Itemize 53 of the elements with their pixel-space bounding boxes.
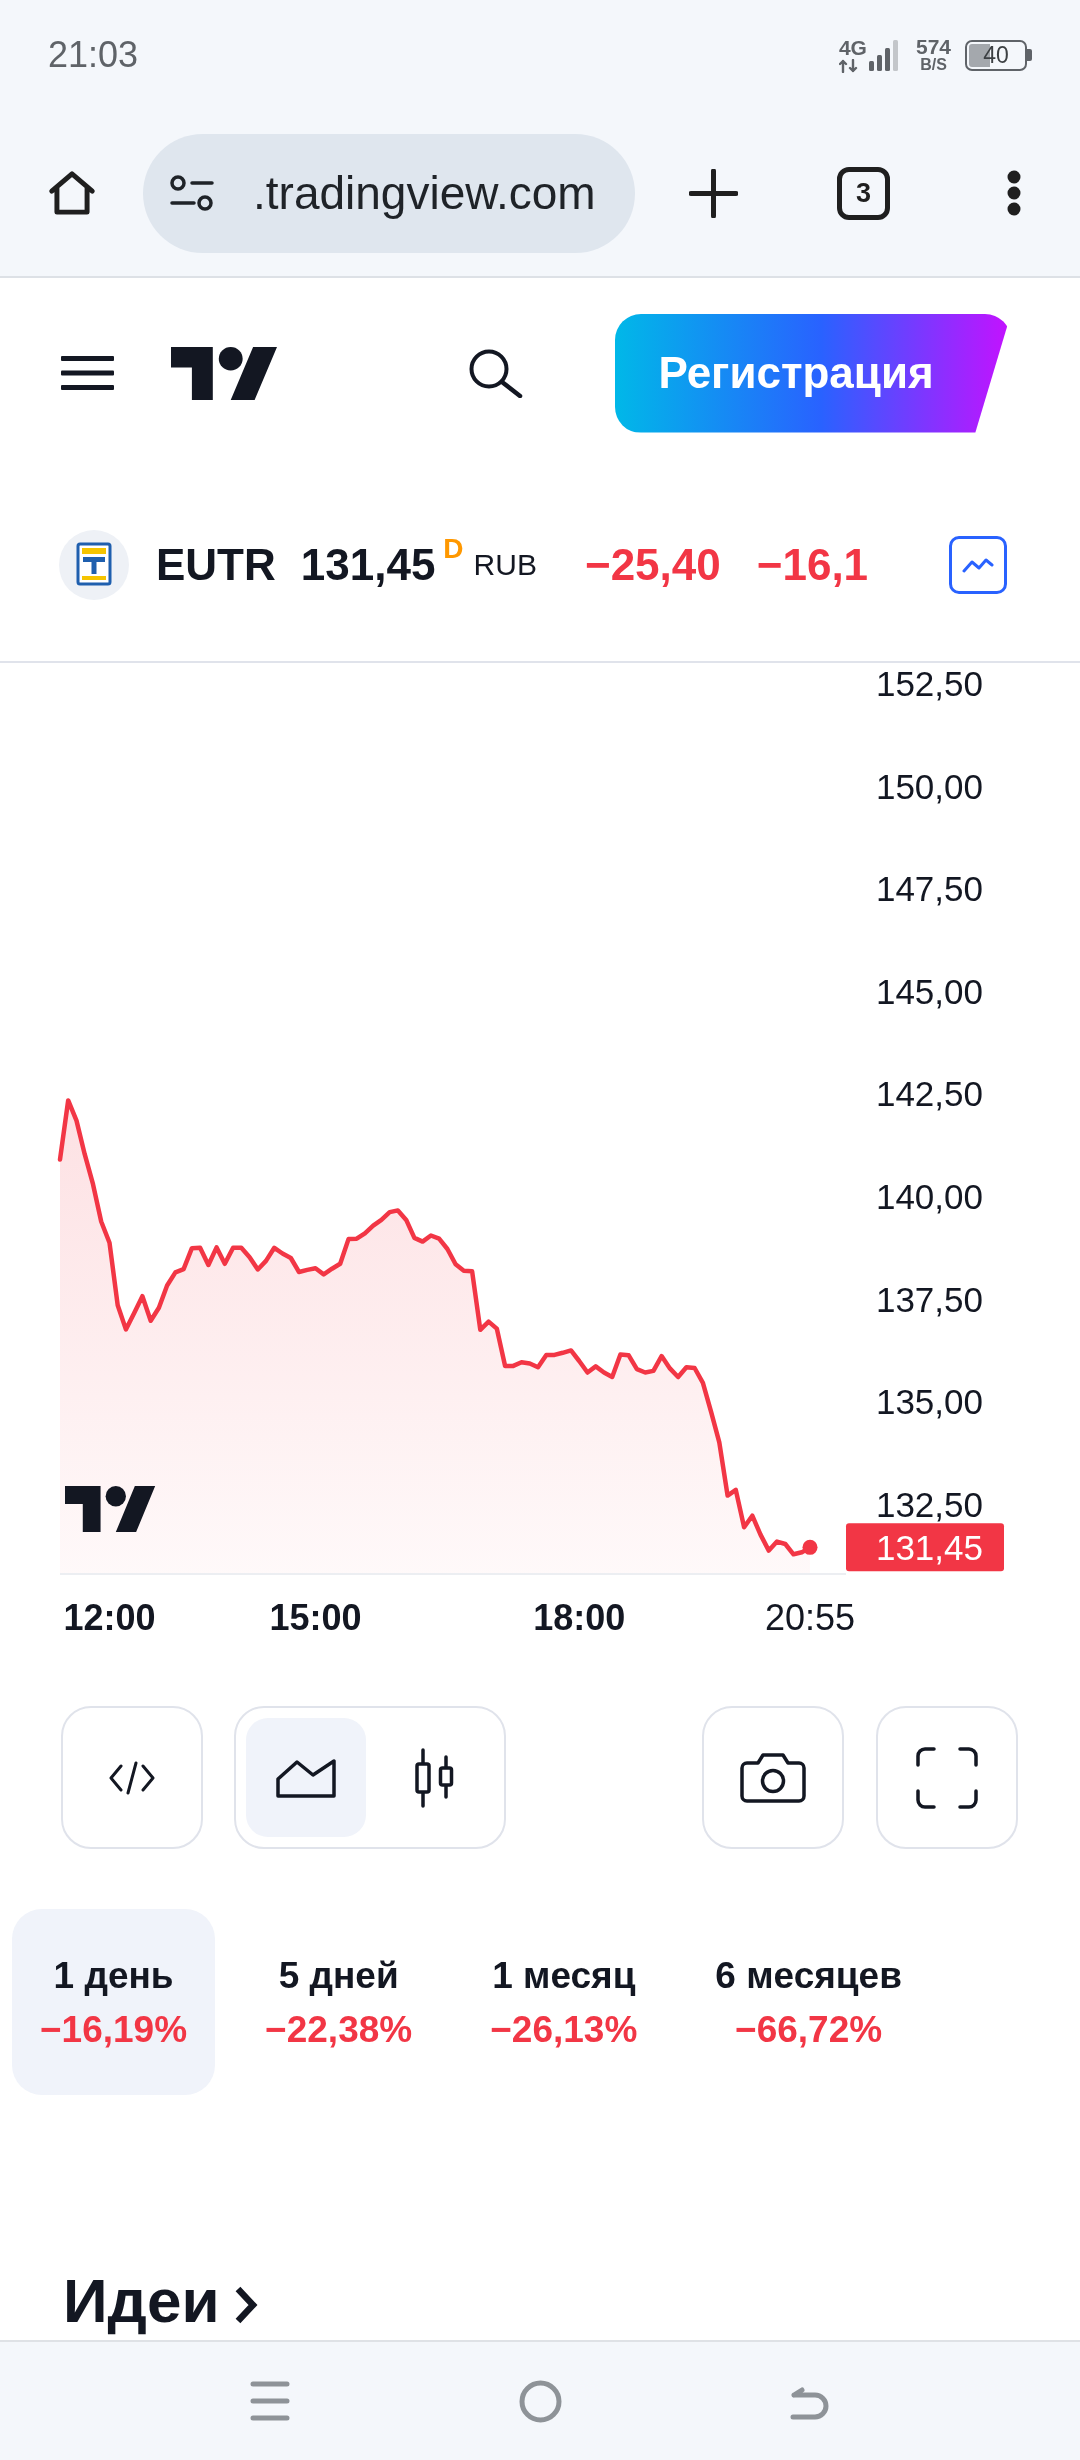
y-axis-label: 150,00 (875, 766, 983, 806)
dots-menu-icon[interactable] (1007, 170, 1021, 216)
x-axis-label: 18:00 (533, 1596, 626, 1638)
ticker-symbol: EUTR (156, 539, 276, 590)
menu-icon[interactable] (61, 356, 114, 390)
y-axis-label: 132,50 (875, 1484, 983, 1524)
price-change-percent: −16,1 (756, 539, 869, 590)
period-tab[interactable]: 5 дней −22,38% (237, 1909, 441, 2095)
price-tag: 131,45 (846, 1523, 1004, 1572)
chevron-right-icon (233, 2286, 258, 2324)
currency-label: RUB (473, 547, 537, 582)
tab-switcher-button[interactable]: 3 (837, 166, 890, 220)
camera-icon (739, 1750, 807, 1805)
logo-icon (65, 1486, 156, 1533)
y-axis-label: 152,50 (875, 664, 983, 703)
data-arrows-icon (838, 58, 859, 73)
period-tab[interactable]: 1 день −16,19% (12, 1909, 216, 2095)
speed-value: 574 (915, 37, 951, 57)
y-axis-label: 135,00 (875, 1382, 983, 1422)
plus-icon[interactable] (689, 168, 738, 218)
company-logo-icon (59, 529, 129, 600)
signal-icon (868, 39, 898, 71)
x-axis-label: 15:00 (269, 1596, 362, 1638)
fullscreen-button[interactable] (876, 1706, 1018, 1849)
camera-button[interactable] (702, 1706, 844, 1849)
fullscreen-icon (916, 1746, 978, 1809)
y-axis-label: 137,50 (875, 1279, 983, 1319)
x-axis-label: 20:55 (764, 1596, 856, 1638)
area-chart-icon (275, 1756, 337, 1799)
period-tab[interactable]: 6 месяцев −66,72% (687, 1909, 930, 2095)
logo-icon[interactable] (171, 346, 277, 400)
period-tab[interactable]: 1 месяц −26,13% (462, 1909, 666, 2095)
network-type: 4G (838, 37, 867, 58)
delay-mark: D (443, 534, 464, 563)
address-field[interactable]: .tradingview.com (143, 133, 635, 253)
speed-unit: B/S (920, 57, 947, 73)
y-axis-label: 147,50 (875, 869, 983, 909)
y-axis-label: 140,00 (875, 1176, 983, 1216)
y-axis-label: 142,50 (875, 1074, 983, 1114)
line-chart-icon (962, 556, 994, 573)
x-axis-label: 12:00 (63, 1596, 156, 1638)
y-axis-label: 145,00 (875, 971, 983, 1011)
chart-type-button[interactable] (246, 1718, 366, 1837)
code-icon (109, 1760, 155, 1795)
chart-view-button[interactable] (949, 535, 1007, 594)
candlestick-icon (413, 1747, 455, 1808)
price-dot-icon (802, 1539, 818, 1555)
search-icon[interactable] (468, 348, 523, 398)
battery-indicator: 40 (965, 39, 1032, 71)
tune-icon (169, 175, 215, 211)
price-change: −25,40 (584, 539, 721, 590)
status-time: 21:03 (48, 34, 139, 76)
last-price: 131,45 (300, 539, 436, 590)
